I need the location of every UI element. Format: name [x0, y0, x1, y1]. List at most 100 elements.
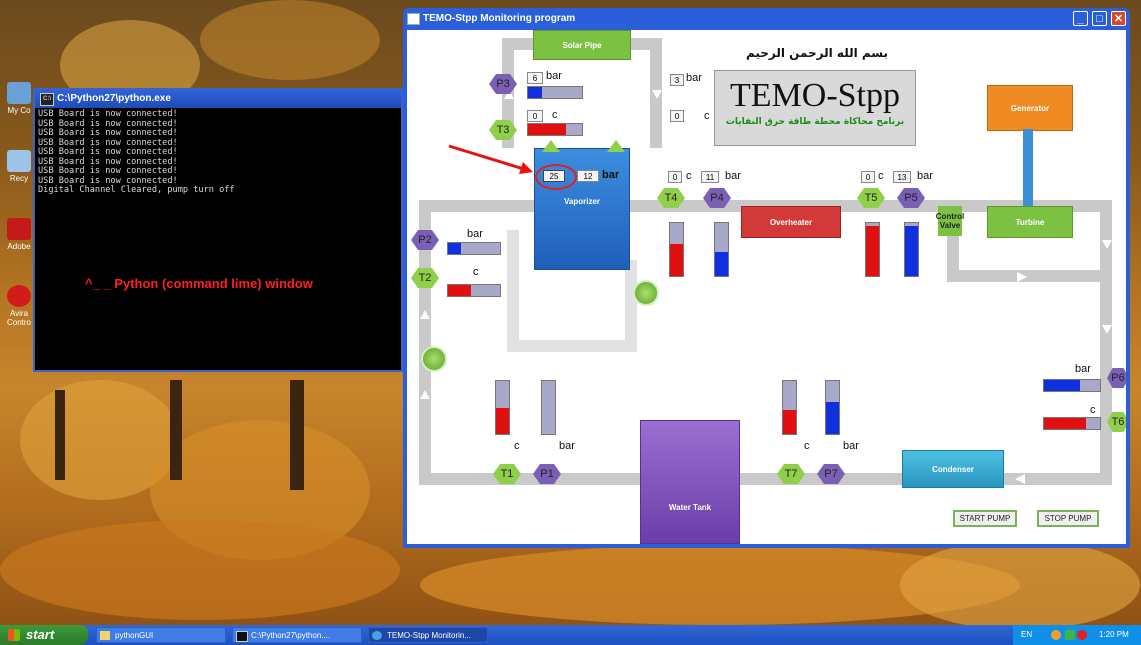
system-tray: EN 1:20 PM [1013, 625, 1141, 645]
t7-unit: c [804, 440, 810, 452]
vaporizer-outlet-arrow-icon [607, 140, 625, 152]
p5-unit: bar [917, 170, 933, 182]
red-arrow-icon [448, 144, 533, 174]
desktop-icon-adobe[interactable]: Adobe [4, 218, 34, 251]
minimize-button[interactable]: _ [1073, 11, 1088, 26]
flow-arrow-right-icon [1017, 272, 1027, 282]
t5-unit: c [878, 170, 884, 182]
tray-app-icon[interactable] [1051, 630, 1061, 640]
p4-level-bar [714, 222, 729, 277]
start-pump-button[interactable]: START PUMP [953, 510, 1017, 527]
taskbar-item-temo-stpp[interactable]: TEMO-Stpp Monitorin... [368, 627, 488, 643]
start-button[interactable]: start [0, 625, 88, 645]
pump-up-button[interactable] [421, 346, 447, 372]
t3-level-bar [527, 123, 583, 136]
flow-arrow-left-icon [1015, 474, 1025, 484]
t6-unit: c [1090, 404, 1096, 416]
desktop-icon-my-computer[interactable]: My Co [4, 82, 34, 115]
logo-title: TEMO-Stpp [730, 77, 900, 114]
solar-temp-unit: c [704, 110, 710, 122]
p2-unit: bar [467, 228, 483, 240]
p5-level-bar [904, 222, 919, 277]
overheater: Overheater [741, 206, 841, 238]
t5-value: 0 [861, 171, 875, 183]
bottom-pipe [419, 473, 1112, 485]
flow-arrow-up-icon [420, 390, 430, 399]
python-console-titlebar[interactable]: C:\ C:\Python27\python.exe [35, 90, 401, 108]
desktop-icon-recycle-bin[interactable]: Recy [4, 150, 34, 183]
python-console-window[interactable]: C:\ C:\Python27\python.exe USB Board is … [33, 88, 403, 372]
vaporizer-inlet-arrow-icon [542, 140, 560, 152]
taskbar-item-python-console[interactable]: C:\Python27\python.... [232, 627, 362, 643]
p7-unit: bar [843, 440, 859, 452]
logo-subtitle: برنامج محاكاة محطة طاقة حرق النفايات [725, 117, 905, 127]
t5-level-bar [865, 222, 880, 277]
python-window-caption: ^_ _ Python (command lime) window [85, 276, 313, 291]
close-button[interactable]: ✕ [1111, 11, 1126, 26]
console-output: USB Board is now connected! USB Board is… [38, 109, 235, 195]
desktop-icon-avira[interactable]: Avira Contro [4, 285, 34, 327]
t2-unit: c [473, 266, 479, 278]
t4-level-bar [669, 222, 684, 277]
maximize-button[interactable]: □ [1092, 11, 1107, 26]
solar-pressure-value: 3 [670, 74, 684, 86]
tray-network-icon[interactable] [1065, 630, 1075, 640]
p1-level-bar [541, 380, 556, 435]
condenser: Condenser [902, 450, 1004, 488]
highlight-circle [535, 164, 577, 190]
solar-pressure-unit: bar [686, 72, 702, 84]
p6-level-bar [1043, 379, 1101, 392]
t7-level-bar [782, 380, 797, 435]
water-tank: Water Tank [640, 420, 740, 544]
flow-arrow-down-icon [652, 90, 662, 99]
p2-level-bar [447, 242, 501, 255]
inner-left-pipe [507, 230, 519, 350]
avira-icon [7, 285, 31, 307]
flow-arrow-down-icon [1102, 325, 1112, 334]
temo-stpp-title: TEMO-Stpp Monitoring program [423, 13, 576, 24]
p5-value: 13 [893, 171, 911, 183]
t3-unit: c [552, 109, 558, 121]
p3-level-bar [527, 86, 583, 99]
adobe-icon [7, 218, 31, 240]
p1-unit: bar [559, 440, 575, 452]
tray-avira-icon[interactable] [1077, 630, 1087, 640]
p3-value: 6 [527, 72, 543, 84]
inner-bottom-pipe [507, 340, 637, 352]
inner-right-pipe [625, 260, 637, 350]
t1-level-bar [495, 380, 510, 435]
clock: 1:20 PM [1099, 630, 1129, 639]
sensor-t2: T2 [411, 268, 439, 288]
computer-icon [7, 82, 31, 104]
logo-panel: TEMO-Stpp برنامج محاكاة محطة طاقة حرق ال… [714, 70, 916, 146]
console-icon [236, 631, 248, 642]
simulation-canvas: Solar Pipe Vaporizer Overheater Generato… [407, 30, 1126, 544]
console-icon: C:\ [40, 93, 54, 106]
t1-unit: c [514, 440, 520, 452]
taskbar: start pythonGUI C:\Python27\python.... T… [0, 625, 1141, 645]
language-indicator[interactable]: EN [1021, 625, 1032, 645]
t3-value: 0 [527, 110, 543, 122]
temo-stpp-window[interactable]: TEMO-Stpp Monitoring program _ □ ✕ Solar… [403, 8, 1130, 548]
python-console-title: C:\Python27\python.exe [57, 93, 171, 104]
t6-level-bar [1043, 417, 1101, 430]
flow-arrow-up-icon [420, 310, 430, 319]
p6-unit: bar [1075, 363, 1091, 375]
control-valve: Control Valve [936, 206, 964, 236]
p4-value: 11 [701, 171, 719, 183]
pump-down-button[interactable] [633, 280, 659, 306]
windows-logo-icon [8, 629, 20, 641]
temo-stpp-titlebar[interactable]: TEMO-Stpp Monitoring program _ □ ✕ [403, 8, 1130, 30]
taskbar-item-pythongui[interactable]: pythonGUI [96, 627, 226, 643]
t2-level-bar [447, 284, 501, 297]
arabic-header: بسم الله الرحمن الرحيم [745, 46, 889, 60]
valve-return-pipe [947, 270, 1112, 282]
recycle-bin-icon [7, 150, 31, 172]
folder-icon [100, 631, 110, 640]
t4-unit: c [686, 170, 692, 182]
turbine: Turbine [987, 206, 1073, 238]
stop-pump-button[interactable]: STOP PUMP [1037, 510, 1099, 527]
solar-temp-value: 0 [670, 110, 684, 122]
p3-unit: bar [546, 70, 562, 82]
flow-arrow-down-icon [1102, 240, 1112, 249]
